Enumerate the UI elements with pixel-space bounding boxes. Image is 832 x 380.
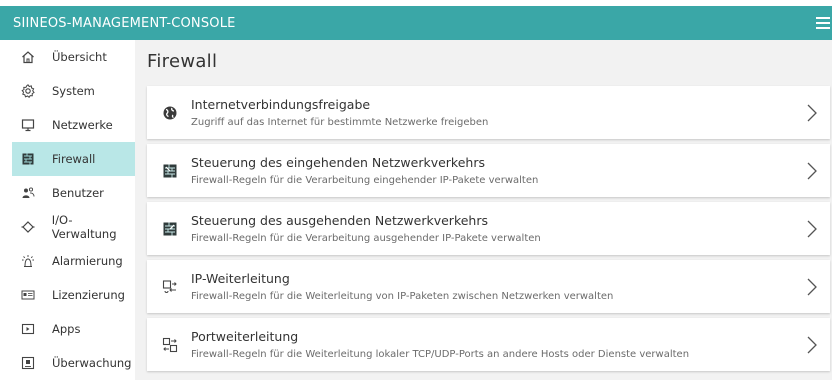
sidebar-item-lizenzierung[interactable]: Lizenzierung <box>12 278 135 312</box>
sidebar-item-label: Firewall <box>52 152 96 166</box>
hamburger-icon[interactable] <box>816 15 830 31</box>
card-title: IP-Weiterleitung <box>191 271 290 286</box>
users-icon <box>20 185 36 201</box>
firewall-icon <box>20 151 36 167</box>
home-icon <box>20 49 36 65</box>
sidebar-item-io-verwaltung[interactable]: I/O-Verwaltung <box>12 210 135 244</box>
sidebar-item-benutzer[interactable]: Benutzer <box>12 176 135 210</box>
card-ausgehender-netzwerkverkehr[interactable]: Steuerung des ausgehenden Netzwerkverkeh… <box>147 202 830 255</box>
chevron-right-icon <box>807 220 817 238</box>
chevron-right-icon <box>807 162 817 180</box>
sidebar-item-apps[interactable]: Apps <box>12 312 135 346</box>
sidebar-item-label: I/O-Verwaltung <box>51 213 117 241</box>
incoming-traffic-icon <box>161 162 179 180</box>
sidebar-item-label: Netzwerke <box>52 118 113 132</box>
card-title: Steuerung des eingehenden Netzwerkverkeh… <box>191 155 485 170</box>
gear-icon <box>20 83 36 99</box>
sidebar-item-alarmierung[interactable]: Alarmierung <box>12 244 135 278</box>
sidebar-item-system[interactable]: System <box>12 74 135 108</box>
sidebar-item-netzwerke[interactable]: Netzwerke <box>12 108 135 142</box>
sidebar-item-label: Lizenzierung <box>52 288 125 302</box>
card-description: Firewall-Regeln für die Weiterleitung vo… <box>191 291 614 302</box>
sidebar-item-uebersicht[interactable]: Übersicht <box>12 40 135 74</box>
globe-icon <box>161 104 179 122</box>
outgoing-traffic-icon <box>161 220 179 238</box>
card-eingehender-netzwerkverkehr[interactable]: Steuerung des eingehenden Netzwerkverkeh… <box>147 144 830 197</box>
card-internetverbindungsfreigabe[interactable]: Internetverbindungsfreigabe Zugriff auf … <box>147 86 830 139</box>
apps-icon <box>20 321 36 337</box>
card-description: Firewall-Regeln für die Weiterleitung lo… <box>191 349 690 360</box>
main-content: Firewall Internetverbindungsfreigabe Zug… <box>135 40 832 380</box>
sidebar-item-label: Apps <box>52 322 81 336</box>
card-title: Internetverbindungsfreigabe <box>191 97 371 112</box>
sidebar-item-label: Benutzer <box>52 186 104 200</box>
card-description: Firewall-Regeln für die Verarbeitung ein… <box>191 175 539 186</box>
license-icon <box>20 287 36 303</box>
sidebar-item-label: Alarmierung <box>52 254 123 268</box>
chevron-right-icon <box>807 278 817 296</box>
port-forwarding-icon <box>161 336 179 354</box>
app-title: SIINEOS-MANAGEMENT-CONSOLE <box>13 15 236 31</box>
card-description: Zugriff auf das Internet für bestimmte N… <box>191 117 489 128</box>
io-icon <box>20 219 36 235</box>
monitoring-icon <box>20 355 36 371</box>
page-title: Firewall <box>147 51 218 72</box>
sidebar-item-ueberwachung[interactable]: Überwachung <box>12 346 135 380</box>
monitor-icon <box>20 117 36 133</box>
sidebar-item-label: Überwachung <box>52 356 132 370</box>
sidebar-item-label: System <box>52 84 95 98</box>
sidebar-item-firewall[interactable]: Firewall <box>12 142 135 176</box>
app-header: SIINEOS-MANAGEMENT-CONSOLE <box>0 6 832 40</box>
card-portweiterleitung[interactable]: Portweiterleitung Firewall-Regeln für di… <box>147 318 830 371</box>
sidebar: Übersicht System Netzwerke Firewall Benu… <box>0 40 135 380</box>
card-description: Firewall-Regeln für die Verarbeitung aus… <box>191 233 541 244</box>
chevron-right-icon <box>807 104 817 122</box>
card-title: Steuerung des ausgehenden Netzwerkverkeh… <box>191 213 488 228</box>
sidebar-item-label: Übersicht <box>52 50 107 64</box>
card-ip-weiterleitung[interactable]: IP-Weiterleitung Firewall-Regeln für die… <box>147 260 830 313</box>
card-title: Portweiterleitung <box>191 329 299 344</box>
alarm-icon <box>20 253 36 269</box>
chevron-right-icon <box>807 336 817 354</box>
ip-forwarding-icon <box>161 278 179 296</box>
